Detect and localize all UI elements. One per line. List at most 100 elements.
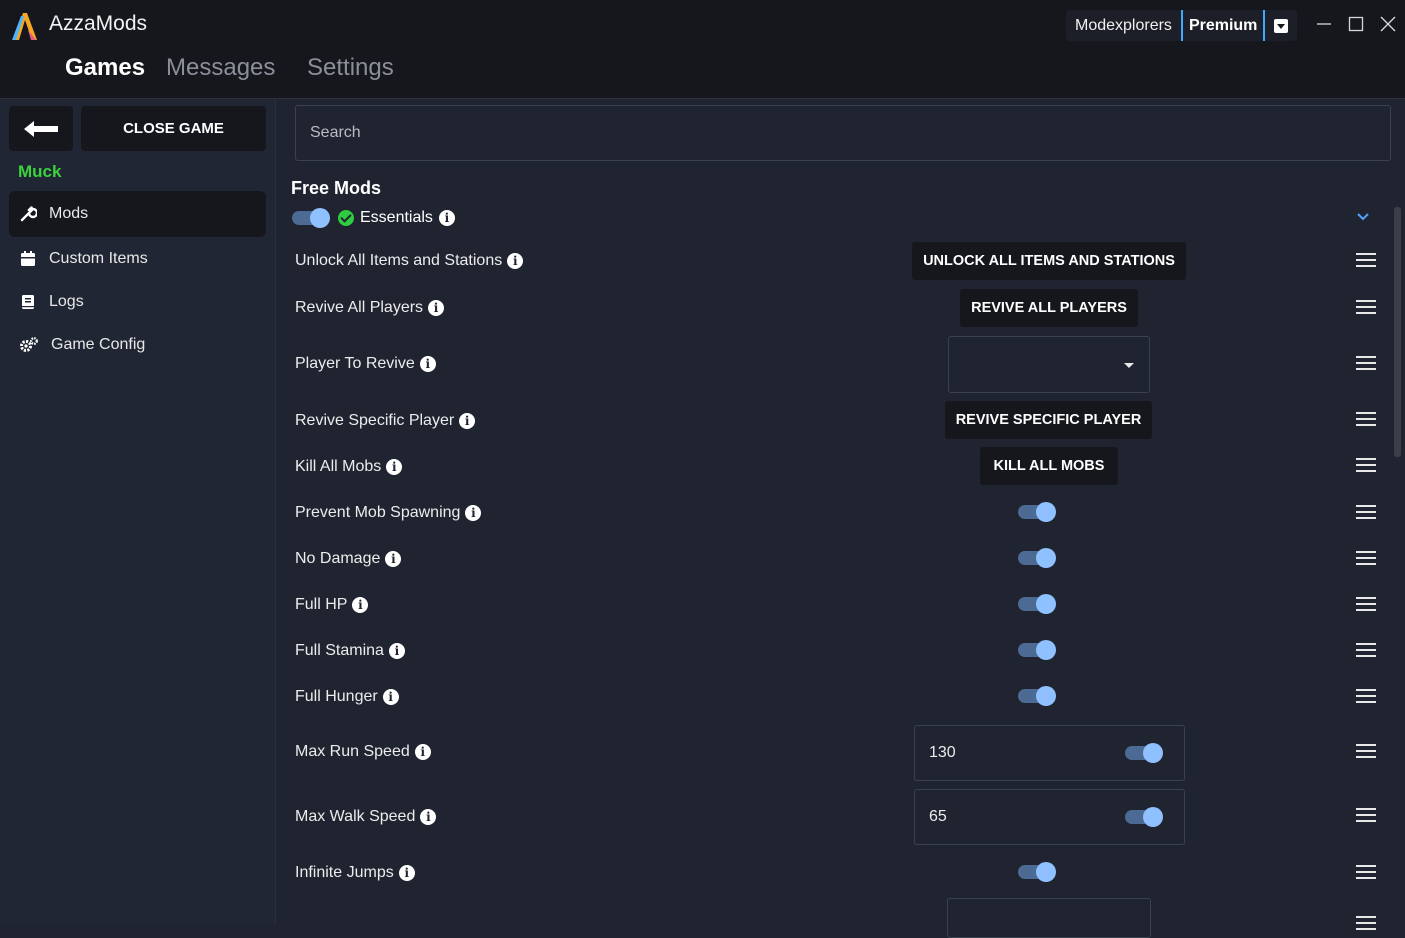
revive-all-button[interactable]: REVIVE ALL PLAYERS bbox=[960, 289, 1138, 327]
revive-specific-button[interactable]: REVIVE SPECIFIC PLAYER bbox=[945, 401, 1152, 439]
mod-label: Unlock All Items and Stations bbox=[295, 252, 503, 269]
info-icon[interactable]: i bbox=[465, 505, 482, 521]
tab-messages[interactable]: Messages bbox=[166, 54, 275, 82]
mod-label-row: Full Hunger i bbox=[295, 688, 399, 706]
menu-icon[interactable] bbox=[1356, 458, 1376, 472]
info-icon[interactable]: i bbox=[414, 744, 431, 760]
tab-settings[interactable]: Settings bbox=[307, 54, 394, 82]
account-switcher[interactable]: Modexplorers Premium bbox=[1066, 10, 1298, 41]
menu-icon[interactable] bbox=[1356, 356, 1376, 370]
player-select[interactable] bbox=[948, 336, 1150, 393]
scrollbar-thumb[interactable] bbox=[1394, 207, 1401, 457]
group-toggle[interactable] bbox=[292, 208, 330, 228]
caret-down-icon bbox=[1274, 18, 1289, 33]
mod-label-row: Player To Revive i bbox=[295, 355, 436, 373]
mod-label: Full Hunger bbox=[295, 688, 378, 705]
menu-icon[interactable] bbox=[1356, 412, 1376, 426]
max-run-speed-toggle[interactable] bbox=[1125, 743, 1163, 763]
section-title: Free Mods bbox=[291, 178, 382, 198]
max-run-speed-value[interactable]: 130 bbox=[929, 744, 956, 762]
prevent-mob-spawning-toggle[interactable] bbox=[1018, 502, 1056, 522]
sidebar-item-label: Mods bbox=[49, 205, 89, 222]
sidebar-item-label: Custom Items bbox=[49, 250, 148, 267]
kill-all-mobs-button[interactable]: KILL ALL MOBS bbox=[980, 447, 1118, 485]
info-icon[interactable]: i bbox=[420, 809, 437, 825]
close-window-icon[interactable] bbox=[1378, 14, 1398, 34]
mod-label: Max Walk Speed bbox=[295, 808, 416, 825]
sidebar: CLOSE GAME Muck Mods Custom Items Logs G… bbox=[0, 100, 276, 924]
menu-icon[interactable] bbox=[1356, 253, 1376, 267]
app-title: AzzaMods bbox=[49, 12, 148, 35]
mod-row: Full HP i bbox=[277, 594, 1387, 618]
maximize-icon[interactable] bbox=[1346, 14, 1366, 34]
info-icon[interactable]: i bbox=[382, 689, 399, 705]
info-icon[interactable]: i bbox=[388, 643, 405, 659]
search-input[interactable]: Search bbox=[295, 105, 1391, 161]
info-icon[interactable]: i bbox=[419, 356, 436, 372]
info-icon[interactable]: i bbox=[438, 210, 455, 226]
full-stamina-toggle[interactable] bbox=[1018, 640, 1056, 660]
scrollbar[interactable] bbox=[1393, 175, 1402, 924]
info-icon[interactable]: i bbox=[386, 459, 403, 475]
max-run-speed-field[interactable]: 130 bbox=[914, 725, 1185, 781]
info-icon[interactable]: i bbox=[507, 253, 524, 269]
wrench-icon bbox=[20, 206, 37, 222]
max-walk-speed-toggle[interactable] bbox=[1125, 807, 1163, 827]
minimize-icon[interactable] bbox=[1314, 14, 1334, 34]
full-hunger-toggle[interactable] bbox=[1018, 686, 1056, 706]
top-navigation: Games Messages Settings bbox=[0, 50, 1405, 99]
mod-label: Revive Specific Player bbox=[295, 412, 455, 429]
menu-icon[interactable] bbox=[1356, 597, 1376, 611]
back-button[interactable] bbox=[9, 106, 73, 151]
close-game-button[interactable]: CLOSE GAME bbox=[81, 106, 266, 151]
gears-icon bbox=[20, 337, 38, 352]
chevron-down-icon[interactable] bbox=[1356, 210, 1370, 224]
menu-icon[interactable] bbox=[1356, 916, 1376, 930]
next-mod-field[interactable] bbox=[947, 898, 1151, 938]
menu-icon[interactable] bbox=[1356, 300, 1376, 314]
mod-row: Full Stamina i bbox=[277, 640, 1387, 664]
info-icon[interactable]: i bbox=[428, 300, 445, 316]
account-name[interactable]: Modexplorers bbox=[1066, 10, 1181, 41]
mod-label: No Damage bbox=[295, 550, 381, 567]
no-damage-toggle[interactable] bbox=[1018, 548, 1056, 568]
menu-icon[interactable] bbox=[1356, 865, 1376, 879]
unlock-all-button[interactable]: UNLOCK ALL ITEMS AND STATIONS bbox=[912, 242, 1186, 280]
menu-icon[interactable] bbox=[1356, 643, 1376, 657]
mod-row: Max Run Speed i 130 bbox=[277, 725, 1387, 781]
info-icon[interactable]: i bbox=[385, 551, 402, 567]
info-icon[interactable]: i bbox=[352, 597, 369, 613]
infinite-jumps-toggle[interactable] bbox=[1018, 862, 1056, 882]
group-label: Essentials bbox=[360, 209, 433, 226]
premium-badge[interactable]: Premium bbox=[1180, 10, 1266, 41]
max-walk-speed-field[interactable]: 65 bbox=[914, 789, 1185, 845]
max-walk-speed-value[interactable]: 65 bbox=[929, 808, 947, 826]
mod-label: Full HP bbox=[295, 596, 348, 613]
sidebar-item-mods[interactable]: Mods bbox=[9, 191, 266, 237]
mod-label: Infinite Jumps bbox=[295, 864, 394, 881]
mod-label: Kill All Mobs bbox=[295, 458, 382, 475]
check-circle-icon bbox=[338, 210, 354, 226]
menu-icon[interactable] bbox=[1356, 808, 1376, 822]
mod-label-row: Unlock All Items and Stations i bbox=[295, 252, 524, 270]
tab-games[interactable]: Games bbox=[65, 54, 145, 82]
mod-row: Kill All Mobs i KILL ALL MOBS bbox=[277, 447, 1387, 487]
menu-icon[interactable] bbox=[1356, 689, 1376, 703]
menu-icon[interactable] bbox=[1356, 744, 1376, 758]
sidebar-item-label: Game Config bbox=[51, 336, 146, 353]
mod-row: Full Hunger i bbox=[277, 686, 1387, 710]
mod-row: Max Walk Speed i 65 bbox=[277, 789, 1387, 845]
mod-label-row: Infinite Jumps i bbox=[295, 864, 415, 882]
info-icon[interactable]: i bbox=[459, 413, 476, 429]
sidebar-item-custom-items[interactable]: Custom Items bbox=[9, 236, 266, 282]
full-hp-toggle[interactable] bbox=[1018, 594, 1056, 614]
sidebar-item-logs[interactable]: Logs bbox=[9, 279, 266, 325]
mod-row: Infinite Jumps i bbox=[277, 862, 1387, 886]
info-icon[interactable]: i bbox=[398, 865, 415, 881]
menu-icon[interactable] bbox=[1356, 551, 1376, 565]
mod-row: Prevent Mob Spawning i bbox=[277, 502, 1387, 526]
mod-label: Player To Revive bbox=[295, 355, 415, 372]
account-dropdown-button[interactable] bbox=[1265, 10, 1297, 41]
sidebar-item-game-config[interactable]: Game Config bbox=[9, 322, 266, 368]
menu-icon[interactable] bbox=[1356, 505, 1376, 519]
